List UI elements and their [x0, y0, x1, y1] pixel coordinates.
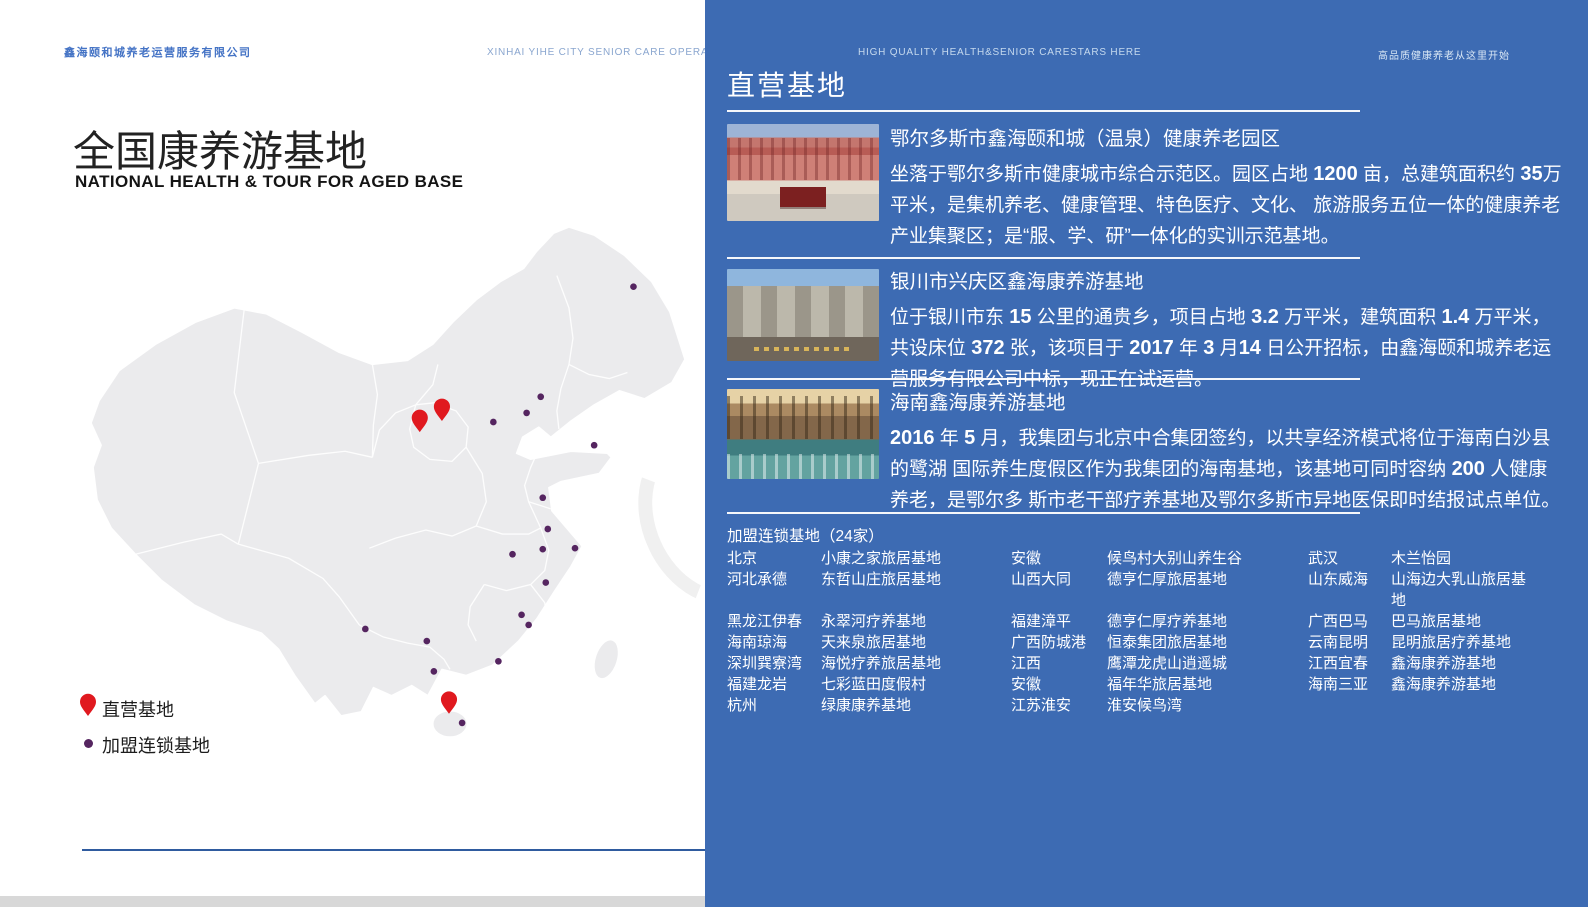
base-section-ordos: 鄂尔多斯市鑫海颐和城（温泉）健康养老园区 坐落于鄂尔多斯市健康城市综合示范区。园… — [890, 126, 1562, 252]
franchise-region: 海南三亚 — [1308, 674, 1391, 695]
franchise-region: 广西防城港 — [1011, 632, 1107, 653]
company-name: 鑫海颐和城养老运营服务有限公司 — [64, 44, 252, 60]
franchise-region: 云南昆明 — [1308, 632, 1391, 653]
franchise-base-name: 绿康康养基地 — [821, 695, 1011, 716]
page-title: 全国康养游基地 — [73, 118, 367, 179]
header-slogan-en: HIGH QUALITY HEALTH&SENIOR CARESTARS HER… — [858, 47, 1141, 58]
franchise-base-name: 巴马旅居基地 — [1391, 611, 1533, 632]
panel-title: 直营基地 — [727, 64, 847, 104]
base-name: 海南鑫海康养游基地 — [890, 390, 1562, 416]
franchise-region: 安徽 — [1011, 548, 1107, 569]
franchise-dot-marker — [539, 494, 546, 501]
direct-pin-icon — [78, 690, 98, 717]
franchise-region: 深圳巽寮湾 — [727, 653, 821, 674]
page-subtitle: NATIONAL HEALTH & TOUR FOR AGED BASE — [75, 172, 463, 192]
base-desc: 位于银川市东 15 公里的通贵乡，项目占地 3.2 万平米，建筑面积 1.4 万… — [890, 302, 1562, 395]
base-section-yinchuan: 银川市兴庆区鑫海康养游基地 位于银川市东 15 公里的通贵乡，项目占地 3.2 … — [890, 269, 1562, 395]
franchise-base-name: 木兰怡园 — [1391, 548, 1533, 569]
franchise-region: 山西大同 — [1011, 569, 1107, 611]
franchise-base-name: 福年华旅居基地 — [1107, 674, 1308, 695]
franchise-region: 福建漳平 — [1011, 611, 1107, 632]
section-divider — [727, 257, 1360, 259]
base-name: 鄂尔多斯市鑫海颐和城（温泉）健康养老园区 — [890, 126, 1562, 152]
franchise-region: 黑龙江伊春 — [727, 611, 821, 632]
franchise-base-name: 恒泰集团旅居基地 — [1107, 632, 1308, 653]
franchise-dot-marker — [544, 526, 551, 533]
franchise-base-name: 七彩蓝田度假村 — [821, 674, 1011, 695]
franchise-region: 杭州 — [727, 695, 821, 716]
franchise-base-name: 鑫海康养游基地 — [1391, 653, 1533, 674]
franchise-dot-marker — [539, 546, 546, 553]
franchise-dot-marker — [518, 611, 525, 618]
franchise-base-name: 淮安候鸟湾 — [1107, 695, 1308, 716]
base-desc: 2016 年 5 月，我集团与北京中合集团签约，以共享经济模式将位于海南白沙县的… — [890, 423, 1562, 516]
franchise-base-name: 山海边大乳山旅居基地 — [1391, 569, 1533, 611]
franchise-region: 海南琼海 — [727, 632, 821, 653]
franchise-heading: 加盟连锁基地（24家） — [727, 524, 884, 546]
panel-title-underline — [727, 110, 1360, 112]
legend-label-franchise: 加盟连锁基地 — [102, 732, 210, 758]
base-photo-ordos — [727, 124, 879, 221]
franchise-region: 江西宜春 — [1308, 653, 1391, 674]
franchise-base-name: 海悦疗养旅居基地 — [821, 653, 1011, 674]
franchise-dot-marker — [490, 419, 497, 426]
taiwan-island — [589, 637, 623, 682]
franchise-region: 北京 — [727, 548, 821, 569]
franchise-region: 江苏淮安 — [1011, 695, 1107, 716]
franchise-dot-icon — [84, 739, 93, 748]
section-divider — [727, 512, 1360, 514]
franchise-base-name: 候鸟村大别山养生谷 — [1107, 548, 1308, 569]
franchise-base-name: 东哲山庄旅居基地 — [821, 569, 1011, 611]
franchise-dot-marker — [431, 668, 438, 675]
franchise-dot-marker — [495, 658, 502, 665]
base-photo-hainan — [727, 389, 879, 479]
franchise-dot-marker — [537, 393, 544, 400]
bottom-divider-line — [82, 849, 712, 851]
legend-label-direct: 直营基地 — [102, 696, 174, 722]
franchise-region: 江西 — [1011, 653, 1107, 674]
franchise-dot-marker — [525, 622, 532, 629]
franchise-base-name: 鹰潭龙虎山逍遥城 — [1107, 653, 1308, 674]
franchise-base-name: 昆明旅居疗养基地 — [1391, 632, 1533, 653]
franchise-region: 武汉 — [1308, 548, 1391, 569]
franchise-region: 福建龙岩 — [727, 674, 821, 695]
franchise-dot-marker — [509, 551, 516, 558]
franchise-region: 河北承德 — [727, 569, 821, 611]
franchise-base-name: 永翠河疗养基地 — [821, 611, 1011, 632]
franchise-base-name: 鑫海康养游基地 — [1391, 674, 1533, 695]
franchise-dot-marker — [362, 626, 369, 633]
franchise-base-name: 德亨仁厚疗养基地 — [1107, 611, 1308, 632]
franchise-dot-marker — [630, 283, 637, 290]
franchise-dot-marker — [459, 720, 466, 727]
franchise-dot-marker — [423, 638, 430, 645]
franchise-dot-marker — [572, 545, 579, 552]
header-slogan-cn: 高品质健康养老从这里开始 — [1378, 47, 1510, 62]
base-name: 银川市兴庆区鑫海康养游基地 — [890, 269, 1562, 295]
base-desc: 坐落于鄂尔多斯市健康城市综合示范区。园区占地 1200 亩，总建筑面积约 35万… — [890, 159, 1562, 252]
franchise-base-name: 德亨仁厚旅居基地 — [1107, 569, 1308, 611]
franchise-region: 广西巴马 — [1308, 611, 1391, 632]
china-outline — [91, 227, 685, 716]
direct-pin-marker — [441, 691, 457, 713]
base-section-hainan: 海南鑫海康养游基地 2016 年 5 月，我集团与北京中合集团签约，以共享经济模… — [890, 390, 1562, 516]
franchise-dot-marker — [523, 410, 530, 417]
china-map — [75, 213, 700, 738]
franchise-region: 山东威海 — [1308, 569, 1391, 611]
franchise-grid: 北京小康之家旅居基地安徽候鸟村大别山养生谷武汉木兰怡园河北承德东哲山庄旅居基地山… — [727, 548, 1533, 716]
section-divider — [727, 378, 1360, 380]
base-photo-yinchuan — [727, 269, 879, 361]
china-map-container — [75, 213, 700, 738]
franchise-base-name: 天来泉旅居基地 — [821, 632, 1011, 653]
franchise-base-name: 小康之家旅居基地 — [821, 548, 1011, 569]
franchise-dot-marker — [591, 442, 598, 449]
franchise-region: 安徽 — [1011, 674, 1107, 695]
slide-edge — [0, 896, 706, 907]
franchise-dot-marker — [542, 579, 549, 586]
